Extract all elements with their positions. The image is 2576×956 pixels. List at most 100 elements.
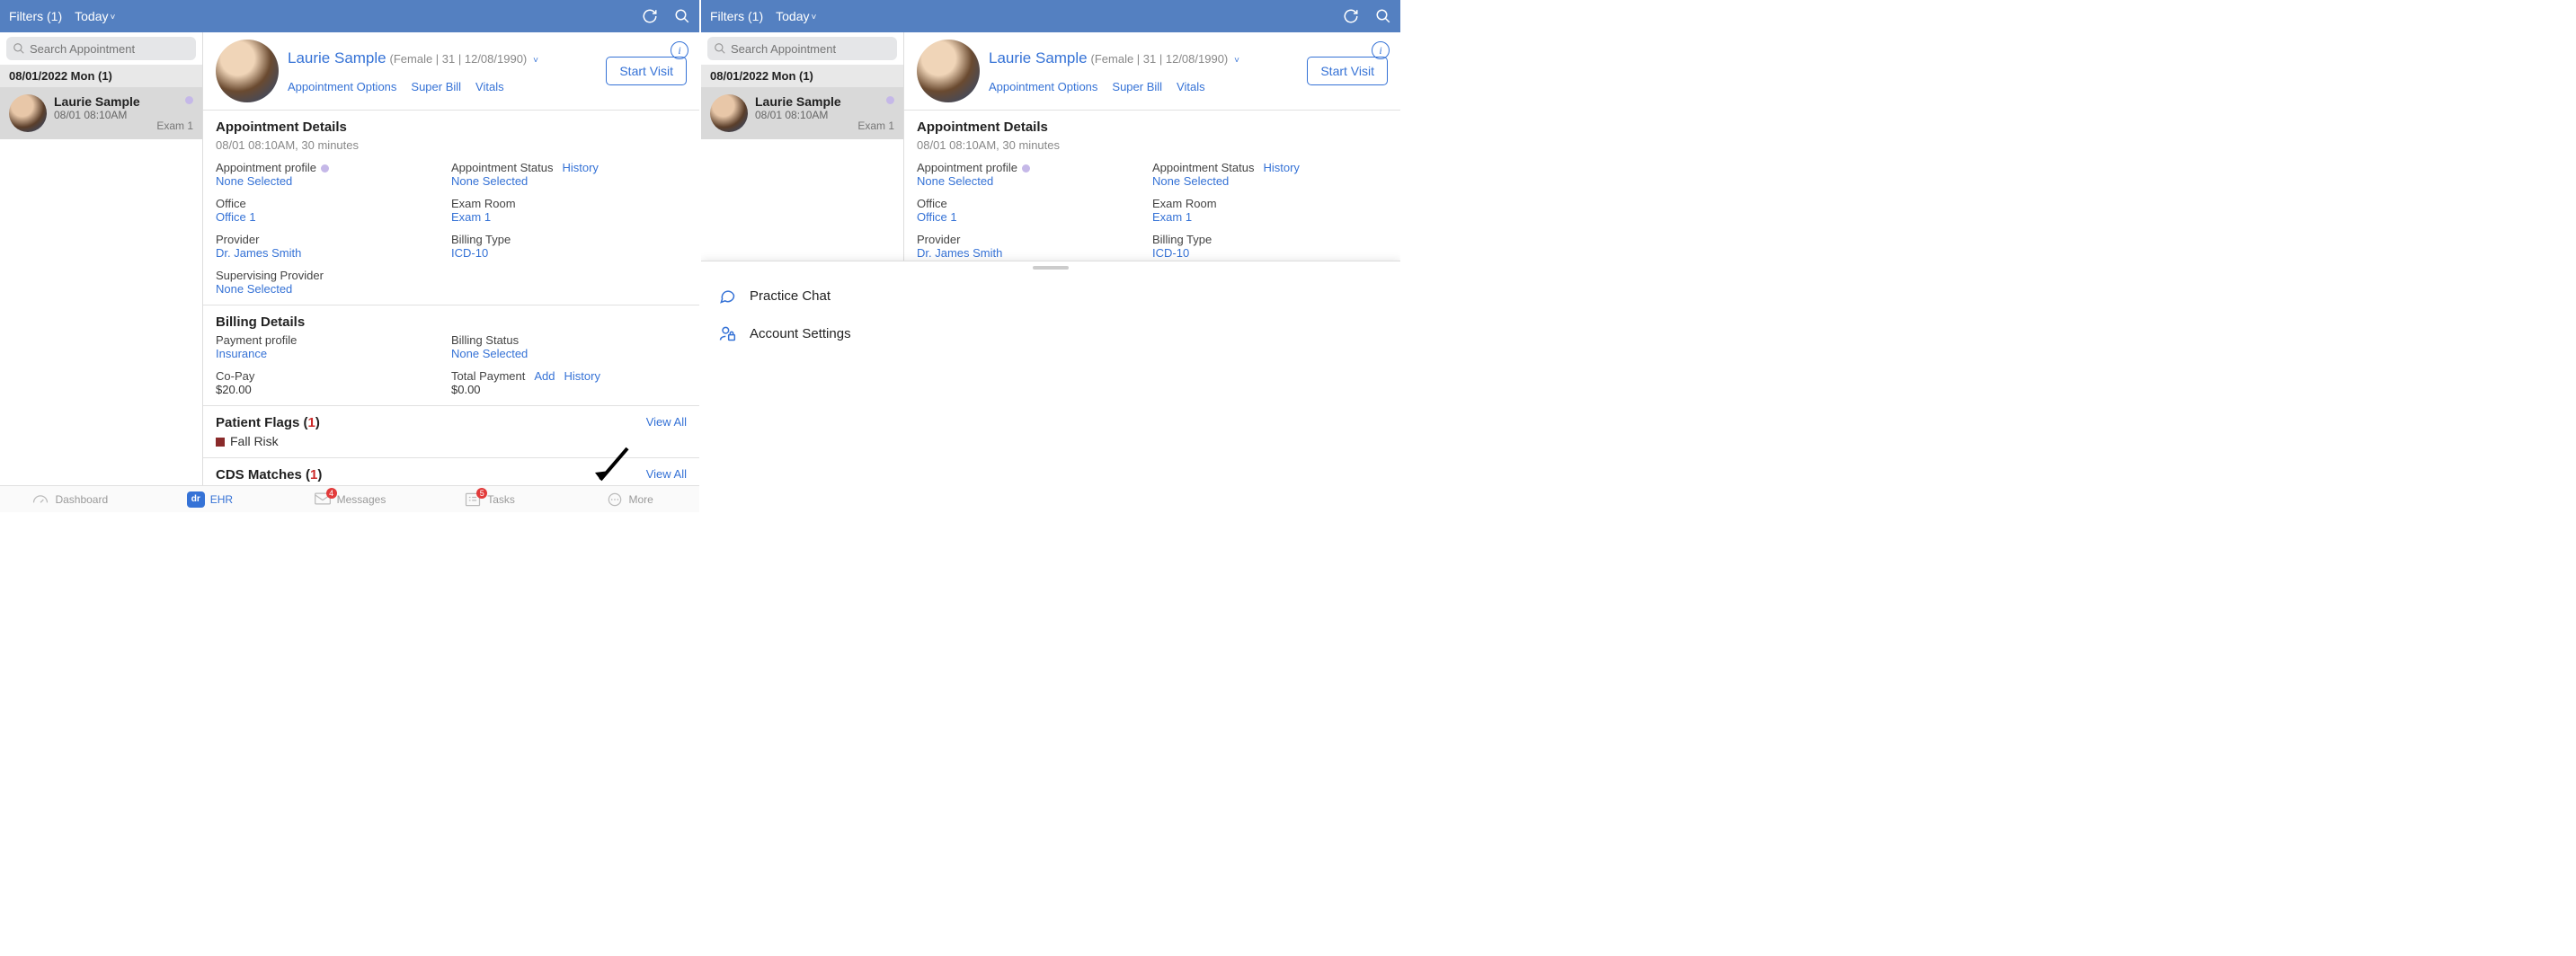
sheet-grabber[interactable] — [1033, 266, 1069, 270]
provider-value[interactable]: Dr. James Smith — [216, 246, 451, 260]
provider-value[interactable]: Dr. James Smith — [917, 246, 1152, 260]
refresh-icon[interactable] — [640, 6, 660, 26]
search-icon[interactable] — [1373, 6, 1393, 26]
payment-profile-value[interactable]: Insurance — [216, 347, 451, 360]
section-title: Appointment Details — [917, 120, 1388, 135]
chat-icon — [717, 286, 737, 305]
flag-color-icon — [216, 438, 225, 447]
date-header: 08/01/2022 Mon (1) — [701, 65, 903, 87]
patient-name[interactable]: Laurie Sample — [989, 49, 1088, 66]
status-dot-icon — [185, 96, 193, 104]
office-label: Office — [216, 197, 451, 210]
tab-dashboard[interactable]: Dashboard — [0, 486, 140, 512]
filters-button[interactable]: Filters (1) — [9, 9, 62, 23]
appointment-options-link[interactable]: Appointment Options — [989, 80, 1097, 93]
avatar — [216, 40, 279, 102]
office-value[interactable]: Office 1 — [917, 210, 1152, 224]
badge: 4 — [326, 488, 337, 499]
vitals-link[interactable]: Vitals — [1177, 80, 1205, 93]
appointment-patient-name: Laurie Sample — [755, 94, 894, 109]
billing-type-label: Billing Type — [1152, 233, 1388, 246]
badge: 5 — [476, 488, 487, 499]
date-range-dropdown[interactable]: Today — [75, 9, 115, 23]
checklist-icon: 5 — [464, 491, 482, 508]
search-icon[interactable] — [672, 6, 692, 26]
exam-room-value[interactable]: Exam 1 — [1152, 210, 1388, 224]
payment-profile-label: Payment profile — [216, 333, 451, 347]
info-icon[interactable]: i — [1372, 41, 1390, 59]
total-payment-label: Total PaymentAddHistory — [451, 369, 687, 383]
appointment-options-link[interactable]: Appointment Options — [288, 80, 396, 93]
sheet-item-label: Account Settings — [750, 326, 851, 341]
provider-label: Provider — [917, 233, 1152, 246]
exam-room-label: Exam Room — [1152, 197, 1388, 210]
section-title: Billing Details — [216, 314, 687, 330]
appointment-profile-value[interactable]: None Selected — [917, 174, 1152, 188]
patient-demographics: (Female | 31 | 12/08/1990) — [1091, 52, 1229, 66]
exam-room-value[interactable]: Exam 1 — [451, 210, 687, 224]
top-bar: Filters (1) Today — [0, 0, 699, 32]
appointment-time-line: 08/01 08:10AM, 30 minutes — [216, 138, 687, 152]
tab-more[interactable]: More — [559, 486, 699, 512]
view-all-link[interactable]: View All — [646, 415, 687, 429]
office-value[interactable]: Office 1 — [216, 210, 451, 224]
search-icon — [13, 42, 25, 55]
patient-header: Laurie Sample (Female | 31 | 12/08/1990)… — [904, 32, 1400, 111]
avatar — [9, 94, 47, 132]
date-range-dropdown[interactable]: Today — [776, 9, 816, 23]
patient-header: Laurie Sample (Female | 31 | 12/08/1990)… — [203, 32, 699, 111]
patient-demographics: (Female | 31 | 12/08/1990) — [390, 52, 528, 66]
super-bill-link[interactable]: Super Bill — [1112, 80, 1162, 93]
chevron-down-icon[interactable]: ˅ — [1234, 56, 1239, 66]
billing-status-value[interactable]: None Selected — [451, 347, 687, 360]
section-title: CDS Matches (1) View All — [216, 467, 687, 482]
history-link[interactable]: History — [1263, 161, 1299, 174]
appointment-room: Exam 1 — [857, 120, 894, 132]
office-label: Office — [917, 197, 1152, 210]
refresh-icon[interactable] — [1341, 6, 1361, 26]
appointment-patient-name: Laurie Sample — [54, 94, 193, 109]
search-input[interactable] — [6, 37, 196, 60]
info-icon[interactable]: i — [671, 41, 688, 59]
appointment-profile-value[interactable]: None Selected — [216, 174, 451, 188]
super-bill-link[interactable]: Super Bill — [411, 80, 461, 93]
patient-name[interactable]: Laurie Sample — [288, 49, 386, 66]
appointment-status-label: Appointment StatusHistory — [451, 161, 687, 174]
billing-type-value[interactable]: ICD-10 — [451, 246, 687, 260]
gauge-icon — [31, 491, 49, 508]
add-payment-link[interactable]: Add — [534, 369, 555, 383]
practice-chat-item[interactable]: Practice Chat — [701, 277, 1400, 314]
appointment-row[interactable]: Laurie Sample 08/01 08:10AM Exam 1 — [701, 87, 903, 139]
tab-ehr[interactable]: dr EHR — [140, 486, 280, 512]
appointment-status-value[interactable]: None Selected — [1152, 174, 1388, 188]
start-visit-button[interactable]: Start Visit — [606, 57, 687, 85]
appointment-row[interactable]: Laurie Sample 08/01 08:10AM Exam 1 — [0, 87, 202, 139]
envelope-icon: 4 — [314, 491, 332, 508]
start-visit-button[interactable]: Start Visit — [1307, 57, 1388, 85]
account-settings-item[interactable]: Account Settings — [701, 314, 1400, 352]
exam-room-label: Exam Room — [451, 197, 687, 210]
appointment-details-section: Appointment Details 08/01 08:10AM, 30 mi… — [904, 111, 1400, 261]
billing-status-label: Billing Status — [451, 333, 687, 347]
view-all-link[interactable]: View All — [646, 467, 687, 481]
supervising-provider-value[interactable]: None Selected — [216, 282, 451, 296]
vitals-link[interactable]: Vitals — [475, 80, 504, 93]
avatar — [917, 40, 980, 102]
copay-value: $20.00 — [216, 383, 451, 396]
appointment-status-value[interactable]: None Selected — [451, 174, 687, 188]
tab-messages[interactable]: 4 Messages — [280, 486, 420, 512]
history-link[interactable]: History — [562, 161, 598, 174]
search-input[interactable] — [707, 37, 897, 60]
filters-button[interactable]: Filters (1) — [710, 9, 763, 23]
appointments-sidebar: 08/01/2022 Mon (1) Laurie Sample 08/01 0… — [0, 32, 203, 512]
tab-tasks[interactable]: 5 Tasks — [420, 486, 560, 512]
copay-label: Co-Pay — [216, 369, 451, 383]
history-link[interactable]: History — [564, 369, 600, 383]
billing-type-value[interactable]: ICD-10 — [1152, 246, 1388, 260]
appointment-profile-label: Appointment profile — [216, 161, 451, 174]
chevron-down-icon[interactable]: ˅ — [533, 56, 538, 66]
section-title: Appointment Details — [216, 120, 687, 135]
billing-details-section: Billing Details Payment profile Insuranc… — [203, 305, 699, 406]
patient-flags-section: Patient Flags (1) View All Fall Risk — [203, 406, 699, 458]
more-icon — [606, 491, 624, 508]
